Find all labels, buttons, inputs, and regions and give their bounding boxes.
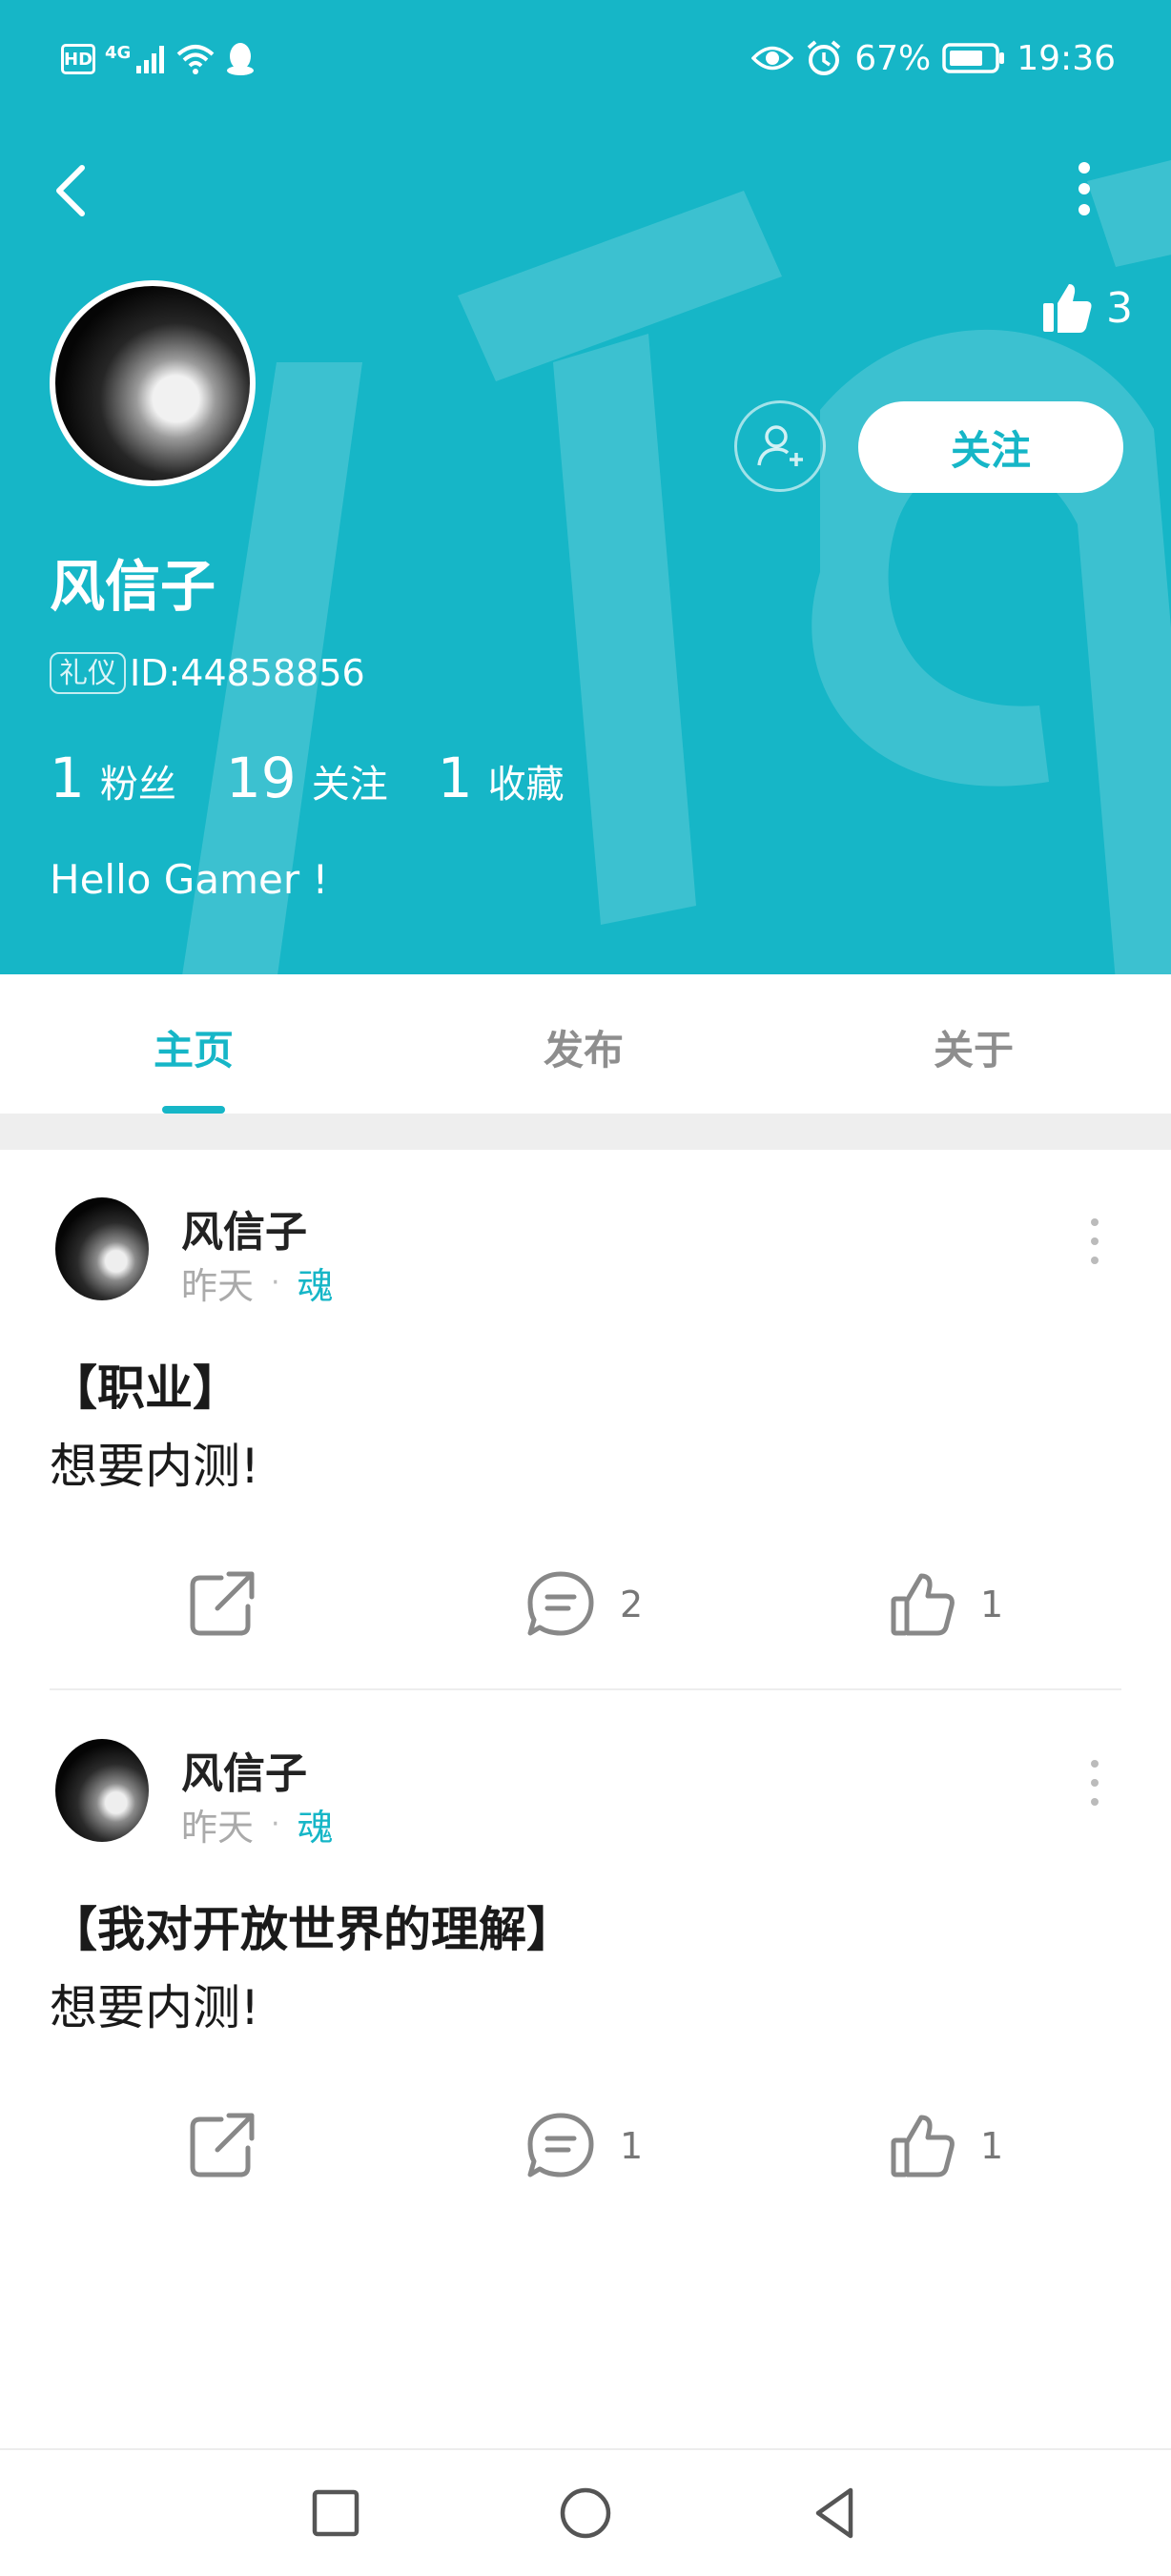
square-icon bbox=[312, 2489, 360, 2537]
share-icon bbox=[190, 1571, 255, 1636]
post-more-icon[interactable] bbox=[1083, 1213, 1106, 1270]
circle-icon bbox=[560, 2487, 611, 2539]
following-count[interactable]: 19 bbox=[226, 746, 297, 810]
like-count: 1 bbox=[980, 1584, 1004, 1625]
followers-label[interactable]: 粉丝 bbox=[100, 753, 176, 808]
comment-count: 2 bbox=[620, 1584, 644, 1625]
alarm-icon bbox=[807, 40, 841, 75]
post-avatar[interactable] bbox=[55, 1739, 149, 1842]
battery-percent: 67% bbox=[854, 38, 932, 78]
post-time: 昨天 bbox=[181, 1807, 255, 1849]
post-card[interactable]: 风信子 昨天 · 魂 【我对开放世界的理解】 想要内测! 1 1 bbox=[0, 1691, 1171, 2235]
post-time: 昨天 bbox=[181, 1265, 255, 1307]
comment-button[interactable]: 1 bbox=[524, 2103, 643, 2189]
favorites-count[interactable]: 1 bbox=[438, 746, 473, 810]
network-type: 4G bbox=[105, 42, 132, 63]
wifi-icon bbox=[176, 45, 215, 74]
post-author[interactable]: 风信子 bbox=[181, 1739, 307, 1800]
post-author[interactable]: 风信子 bbox=[181, 1197, 307, 1258]
etiquette-badge[interactable]: 礼仪 bbox=[50, 652, 126, 694]
post-avatar[interactable] bbox=[55, 1197, 149, 1300]
post-game-tag[interactable]: 魂 bbox=[298, 1798, 334, 1850]
post-game-tag[interactable]: 魂 bbox=[298, 1257, 334, 1309]
back-button[interactable] bbox=[801, 2479, 870, 2547]
back-arrow-icon[interactable] bbox=[44, 153, 97, 229]
tab-home[interactable]: 主页 bbox=[89, 1018, 298, 1076]
recents-button[interactable] bbox=[301, 2479, 370, 2547]
favorites-label[interactable]: 收藏 bbox=[488, 753, 565, 808]
tab-posts[interactable]: 发布 bbox=[479, 1018, 688, 1076]
comment-icon bbox=[527, 2113, 594, 2177]
followers-count[interactable]: 1 bbox=[50, 746, 85, 810]
share-button[interactable] bbox=[183, 2103, 259, 2189]
system-nav-bar bbox=[0, 2448, 1171, 2576]
eye-icon bbox=[751, 46, 794, 71]
like-count: 3 bbox=[1106, 283, 1133, 333]
share-button[interactable] bbox=[183, 1562, 259, 1647]
thumbs-up-icon bbox=[891, 2115, 955, 2177]
like-button[interactable]: 1 bbox=[889, 1562, 1003, 1647]
profile-tabs: 主页 发布 关于 bbox=[0, 974, 1171, 1114]
active-tab-indicator bbox=[162, 1106, 225, 1114]
thumbs-up-icon bbox=[891, 1573, 955, 1636]
post-content[interactable]: 想要内测! bbox=[50, 1428, 259, 1497]
qq-icon bbox=[227, 43, 255, 75]
post-meta: 昨天 · 魂 bbox=[181, 1798, 334, 1850]
post-content[interactable]: 想要内测! bbox=[50, 1970, 259, 2038]
signal-icon bbox=[136, 46, 165, 73]
post-more-icon[interactable] bbox=[1083, 1754, 1106, 1811]
profile-header: HD 4G 67% 19:36 3 关注 风信子 礼仪 ID:44858856 … bbox=[0, 0, 1171, 974]
like-count: 1 bbox=[980, 2125, 1004, 2167]
post-title[interactable]: 【职业】 bbox=[50, 1350, 240, 1419]
status-bar-left: HD 4G bbox=[61, 38, 257, 80]
add-user-icon bbox=[757, 425, 803, 466]
triangle-back-icon bbox=[815, 2487, 853, 2539]
post-divider bbox=[50, 1688, 1121, 1690]
meta-separator: · bbox=[271, 1266, 280, 1299]
tab-about[interactable]: 关于 bbox=[869, 1018, 1079, 1076]
post-card[interactable]: 风信子 昨天 · 魂 【职业】 想要内测! 2 1 bbox=[0, 1150, 1171, 1693]
battery-icon bbox=[942, 43, 1005, 73]
home-button[interactable] bbox=[551, 2479, 620, 2547]
hd-icon: HD bbox=[61, 44, 95, 74]
comment-icon bbox=[527, 1571, 594, 1636]
like-button[interactable]: 1 bbox=[889, 2103, 1003, 2189]
section-divider bbox=[0, 1114, 1171, 1150]
share-icon bbox=[190, 2113, 255, 2177]
comment-count: 1 bbox=[620, 2125, 644, 2167]
following-label[interactable]: 关注 bbox=[312, 753, 388, 808]
more-options-icon[interactable] bbox=[1060, 153, 1108, 225]
bio: Hello Gamer ! bbox=[50, 856, 329, 903]
meta-separator: · bbox=[271, 1808, 280, 1841]
post-title[interactable]: 【我对开放世界的理解】 bbox=[50, 1891, 574, 1960]
clock: 19:36 bbox=[1017, 38, 1116, 78]
thumbs-up-icon bbox=[1043, 284, 1092, 333]
username: 风信子 bbox=[50, 554, 216, 619]
avatar[interactable] bbox=[50, 280, 256, 486]
profile-like-count[interactable]: 3 bbox=[1039, 280, 1133, 336]
user-id: ID:44858856 bbox=[130, 652, 365, 694]
comment-button[interactable]: 2 bbox=[524, 1562, 643, 1647]
profile-stats: 1 粉丝 19 关注 1 收藏 bbox=[50, 746, 614, 810]
follow-button[interactable]: 关注 bbox=[858, 401, 1123, 493]
add-friend-button[interactable] bbox=[734, 400, 826, 492]
id-row: 礼仪 ID:44858856 bbox=[50, 652, 365, 694]
status-bar-right: 67% 19:36 bbox=[751, 34, 1116, 82]
post-meta: 昨天 · 魂 bbox=[181, 1257, 334, 1309]
